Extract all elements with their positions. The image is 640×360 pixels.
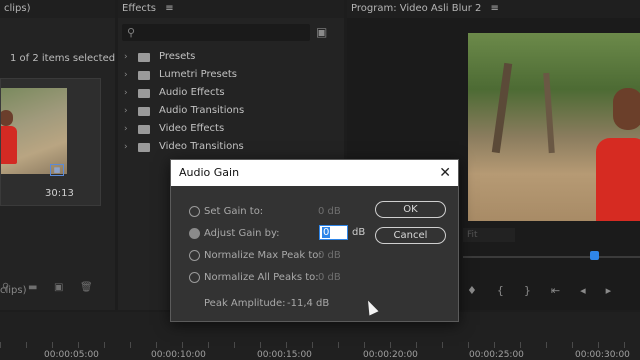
program-title: Program: Video Asli Blur 2 [351,3,482,14]
option-normalize-all[interactable]: Normalize All Peaks to: [189,270,319,284]
tree-item-presets[interactable]: › Presets [124,48,244,66]
option-adjust-gain[interactable]: Adjust Gain by: [189,226,280,240]
program-monitor-header[interactable]: Program: Video Asli Blur 2 ≡ [347,0,640,18]
go-to-in-icon[interactable]: ⇤ [551,284,560,297]
tree-trunk [543,72,555,154]
new-bin-icon[interactable]: ▬ [28,283,40,293]
project-panel: clips) 1 of 2 items selected ▦ 30:13 ⚲ ▬… [0,0,115,310]
adjust-gain-input[interactable]: 0 [319,225,348,240]
radio-adjust-gain[interactable] [189,227,200,239]
radio-normalize-max[interactable] [189,249,200,261]
peak-amplitude-label: Peak Amplitude: [204,298,286,309]
hamburger-icon[interactable]: ≡ [165,3,173,14]
folder-icon [138,124,150,134]
chevron-right-icon[interactable]: › [124,84,138,102]
chevron-right-icon[interactable]: › [124,120,138,138]
effects-panel-header[interactable]: Effects ≡ [118,0,344,18]
thumb-person-body [1,126,17,164]
option-label: Adjust Gain by: [204,227,280,239]
dialog-title: Audio Gain [179,166,240,179]
hamburger-icon[interactable]: ≡ [491,3,499,14]
program-video-frame[interactable] [468,33,640,221]
timeline-ruler[interactable]: 00:00:05:00 00:00:10:00 00:00:15:00 00:0… [0,350,640,360]
project-title-fragment: clips) [4,3,31,14]
sequence-badge-icon: ▦ [50,164,64,176]
zoom-select[interactable]: Fit [463,228,515,242]
ruler-label: 00:00:25:00 [469,350,524,360]
tree-item-label: Video Transitions [159,141,244,152]
search-icon: ⚲ [127,26,136,39]
add-marker-icon[interactable]: ♦ [467,284,477,297]
tree-item-label: Presets [159,51,196,62]
normalize-max-value: 0 dB [318,250,341,261]
transport-controls: ♦ { } ⇤ ◂ ▸ [467,284,611,297]
radio-set-gain[interactable] [189,205,200,217]
folder-icon [138,142,150,152]
step-back-icon[interactable]: ◂ [580,284,586,297]
option-label: Normalize All Peaks to: [204,271,319,283]
playhead-marker[interactable] [590,251,599,260]
chevron-right-icon[interactable]: › [124,102,138,120]
option-set-gain[interactable]: Set Gain to: [189,204,263,218]
new-custom-bin-icon[interactable]: ▣ [316,25,327,39]
normalize-all-value: 0 dB [318,272,341,283]
folder-icon [138,70,150,80]
mark-out-icon[interactable]: } [524,284,531,297]
tree-item-audio-effects[interactable]: › Audio Effects [124,84,244,102]
ok-button[interactable]: OK [375,201,446,218]
tree-item-label: Video Effects [159,123,225,134]
folder-icon [138,52,150,62]
option-normalize-max[interactable]: Normalize Max Peak to: [189,248,322,262]
radio-normalize-all[interactable] [189,271,200,283]
thumb-person-head [1,110,13,126]
chevron-right-icon[interactable]: › [124,66,138,84]
selection-info: 1 of 2 items selected [10,53,116,64]
tree-item-video-effects[interactable]: › Video Effects [124,120,244,138]
option-label: Normalize Max Peak to: [204,249,322,261]
folder-icon [138,106,150,116]
ruler-label: 00:00:30:00 [575,350,630,360]
dialog-titlebar[interactable]: Audio Gain ✕ [171,160,458,186]
ruler-label: 00:00:10:00 [151,350,206,360]
tree-item-video-transitions[interactable]: › Video Transitions [124,138,244,156]
effects-title: Effects [122,3,156,14]
folder-icon [138,88,150,98]
effects-search-input[interactable]: ⚲ [122,24,310,41]
effects-tree: › Presets › Lumetri Presets › Audio Effe… [124,48,244,156]
clip-thumbnail[interactable] [1,88,67,174]
tree-item-lumetri-presets[interactable]: › Lumetri Presets [124,66,244,84]
set-gain-value: 0 dB [318,206,341,217]
play-icon[interactable]: ▸ [606,284,612,297]
tree-item-label: Audio Effects [159,87,225,98]
clip-duration: 30:13 [45,188,74,199]
person-body [596,138,640,221]
trash-icon[interactable]: 🗑 [80,283,93,293]
ruler-label: 00:00:20:00 [363,350,418,360]
adjust-gain-unit: dB [352,227,366,238]
chevron-right-icon[interactable]: › [124,48,138,66]
timeline-ticks [0,342,640,348]
program-scrub-bar[interactable] [463,256,640,258]
tree-item-audio-transitions[interactable]: › Audio Transitions [124,102,244,120]
new-item-icon[interactable]: ▣ [54,283,66,293]
tree-trunk [491,62,513,154]
tree-item-label: Lumetri Presets [159,69,238,80]
ruler-label: 00:00:05:00 [44,350,99,360]
mark-in-icon[interactable]: { [497,284,504,297]
cancel-button[interactable]: Cancel [375,227,446,244]
audio-gain-dialog: Audio Gain ✕ Set Gain to: 0 dB Adjust Ga… [170,159,459,322]
chevron-right-icon[interactable]: › [124,138,138,156]
person-head [613,88,640,130]
project-panel-header[interactable]: clips) [0,0,115,18]
adjust-gain-value: 0 [322,227,331,238]
clip-thumbnail-card[interactable]: ▦ 30:13 [0,78,101,206]
peak-amplitude-value: -11,4 dB [287,298,330,309]
tree-item-label: Audio Transitions [159,105,245,116]
ruler-label: 00:00:15:00 [257,350,312,360]
option-label: Set Gain to: [204,205,264,217]
close-icon[interactable]: ✕ [439,160,451,186]
bin-name-fragment: clips) [0,285,27,296]
